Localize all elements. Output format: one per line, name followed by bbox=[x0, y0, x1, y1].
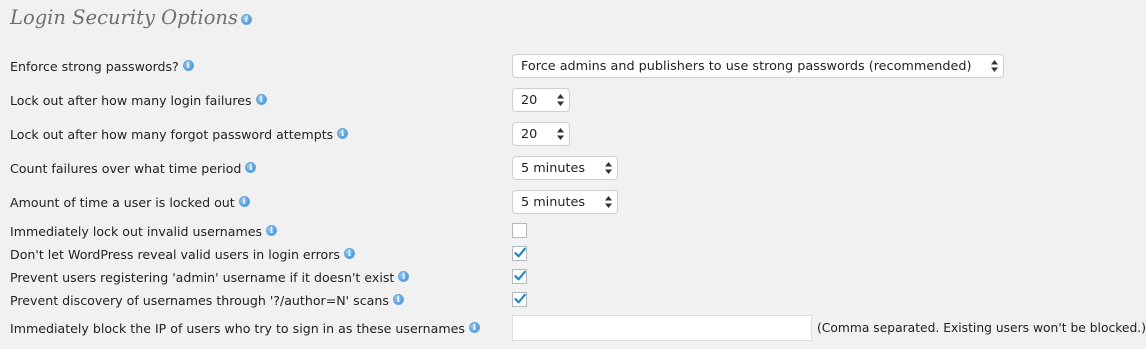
checkmark-icon bbox=[514, 247, 526, 258]
setting-row-strong-passwords: Enforce strong passwords? bbox=[10, 56, 510, 76]
lockout-time-select-value: 5 minutes bbox=[521, 194, 586, 210]
login-failures-select[interactable]: 20 bbox=[512, 88, 570, 112]
up-down-arrows-icon bbox=[605, 196, 612, 208]
lockout-time-label: Amount of time a user is locked out bbox=[10, 194, 235, 210]
prevent-author-scans-label: Prevent discovery of usernames through '… bbox=[10, 292, 389, 308]
checkmark-icon bbox=[514, 270, 526, 281]
setting-row-block-usernames: Immediately block the IP of users who tr… bbox=[10, 318, 510, 338]
lockout-time-select[interactable]: 5 minutes bbox=[512, 190, 618, 214]
up-down-arrows-icon bbox=[557, 128, 564, 140]
setting-row-prevent-admin-username: Prevent users registering 'admin' userna… bbox=[10, 267, 510, 287]
forgot-password-attempts-select-value: 20 bbox=[521, 126, 538, 142]
lock-invalid-usernames-label: Immediately lock out invalid usernames bbox=[10, 223, 263, 239]
section-title: Login Security Options bbox=[10, 2, 253, 32]
up-down-arrows-icon bbox=[991, 60, 998, 72]
up-down-arrows-icon bbox=[557, 94, 564, 106]
prevent-admin-username-checkbox[interactable] bbox=[512, 269, 527, 284]
section-title-text: Login Security Options bbox=[10, 5, 239, 29]
strong-passwords-select[interactable]: Force admins and publishers to use stron… bbox=[512, 54, 1004, 78]
login-failures-select-value: 20 bbox=[521, 92, 538, 108]
block-usernames-label: Immediately block the IP of users who tr… bbox=[10, 320, 465, 336]
hide-valid-users-checkbox[interactable] bbox=[512, 246, 527, 261]
setting-row-lockout-time: Amount of time a user is locked out bbox=[10, 192, 510, 212]
info-icon[interactable] bbox=[238, 195, 250, 207]
setting-row-lock-invalid-usernames: Immediately lock out invalid usernames bbox=[10, 221, 510, 241]
info-icon[interactable] bbox=[241, 13, 253, 25]
info-icon[interactable] bbox=[392, 293, 404, 305]
hide-valid-users-label: Don't let WordPress reveal valid users i… bbox=[10, 246, 340, 262]
prevent-admin-username-label: Prevent users registering 'admin' userna… bbox=[10, 269, 395, 285]
info-icon[interactable] bbox=[337, 127, 349, 139]
setting-row-failure-period: Count failures over what time period bbox=[10, 158, 510, 178]
login-failures-label: Lock out after how many login failures bbox=[10, 92, 252, 108]
failure-period-label: Count failures over what time period bbox=[10, 160, 242, 176]
strong-passwords-select-value: Force admins and publishers to use stron… bbox=[521, 58, 972, 74]
setting-row-prevent-author-scans: Prevent discovery of usernames through '… bbox=[10, 290, 510, 310]
info-icon[interactable] bbox=[255, 93, 267, 105]
info-icon[interactable] bbox=[398, 270, 410, 282]
forgot-password-attempts-label: Lock out after how many forgot password … bbox=[10, 126, 334, 142]
info-icon[interactable] bbox=[245, 161, 257, 173]
block-usernames-input[interactable] bbox=[512, 315, 812, 341]
lock-invalid-usernames-checkbox[interactable] bbox=[512, 223, 527, 238]
failure-period-select[interactable]: 5 minutes bbox=[512, 156, 618, 180]
up-down-arrows-icon bbox=[605, 162, 612, 174]
prevent-author-scans-checkbox[interactable] bbox=[512, 292, 527, 307]
info-icon[interactable] bbox=[468, 321, 480, 333]
checkmark-icon bbox=[514, 293, 526, 304]
info-icon[interactable] bbox=[182, 59, 194, 71]
strong-passwords-label: Enforce strong passwords? bbox=[10, 58, 179, 74]
info-icon[interactable] bbox=[343, 247, 355, 259]
forgot-password-attempts-select[interactable]: 20 bbox=[512, 122, 570, 146]
setting-row-forgot-password-attempts: Lock out after how many forgot password … bbox=[10, 124, 510, 144]
failure-period-select-value: 5 minutes bbox=[521, 160, 586, 176]
block-usernames-hint: (Comma separated. Existing users won't b… bbox=[817, 321, 1146, 335]
setting-row-hide-valid-users: Don't let WordPress reveal valid users i… bbox=[10, 244, 510, 264]
setting-row-login-failures: Lock out after how many login failures bbox=[10, 90, 510, 110]
info-icon[interactable] bbox=[266, 224, 278, 236]
